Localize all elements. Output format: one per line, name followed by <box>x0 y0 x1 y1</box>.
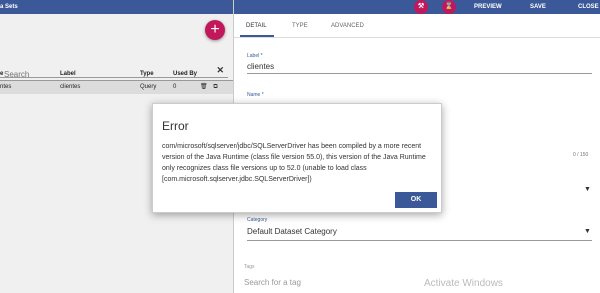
tool-icon[interactable]: ⚒ <box>414 0 428 14</box>
col-name-header[interactable]: e <box>0 68 60 80</box>
delete-icon[interactable]: 🗑 <box>200 84 208 90</box>
error-dialog: Error com/microsoft/sqlserver/jdbc/SQLSe… <box>152 103 442 213</box>
active-tab-indicator <box>240 35 274 37</box>
char-counter: 0 / 150 <box>573 152 589 158</box>
col-label-header[interactable]: Label <box>60 68 140 80</box>
tab-detail[interactable]: DETAIL <box>246 23 267 29</box>
add-dataset-button[interactable]: + <box>205 20 225 40</box>
row-label: clientes <box>60 80 140 94</box>
header-divider <box>0 80 233 81</box>
table-header-row: e Label Type Used By <box>0 68 233 80</box>
detail-tabs: DETAIL TYPE ADVANCED <box>234 14 600 38</box>
row-usedby: 0 <box>173 84 177 90</box>
col-usedby-header[interactable]: Used By <box>173 68 233 80</box>
label-field-input[interactable]: clientes <box>247 62 274 71</box>
category-field-label: Category <box>247 217 268 223</box>
category-underline <box>247 240 592 241</box>
datasets-title: a Sets <box>0 4 18 10</box>
tags-field-label: Tags <box>244 264 255 270</box>
table-row[interactable]: ntes clientes Query 0 🗑 ⧉ <box>0 80 233 94</box>
datasets-table: e Label Type Used By ntes clientes Query… <box>0 68 233 94</box>
tab-type[interactable]: TYPE <box>292 23 308 29</box>
detail-toolbar: ⚒ ⌛ PREVIEW SAVE CLOSE <box>234 0 600 14</box>
row-usedby-cell: 0 🗑 ⧉ <box>173 80 233 94</box>
close-button[interactable]: CLOSE <box>578 4 599 10</box>
row-type: Query <box>140 80 173 94</box>
tag-search-input[interactable]: Search for a tag <box>244 278 301 287</box>
datasets-toolbar: a Sets <box>0 0 233 14</box>
category-select[interactable]: Default Dataset Category <box>247 227 337 236</box>
preview-button[interactable]: PREVIEW <box>474 4 502 10</box>
row-name: ntes <box>0 80 60 94</box>
label-field-label: Label * <box>247 53 263 59</box>
col-type-header[interactable]: Type <box>140 68 173 80</box>
chevron-down-icon[interactable]: ▼ <box>584 186 591 193</box>
category-chevron-down-icon[interactable]: ▼ <box>584 228 591 235</box>
copy-icon[interactable]: ⧉ <box>213 84 217 90</box>
dialog-message: com/microsoft/sqlserver/jdbc/SQLServerDr… <box>162 143 426 183</box>
label-field-underline <box>247 73 592 74</box>
hourglass-icon[interactable]: ⌛ <box>442 0 456 14</box>
dialog-title: Error <box>162 119 189 133</box>
ok-button[interactable]: OK <box>395 192 437 208</box>
name-field-label: Name * <box>247 92 264 98</box>
save-button[interactable]: SAVE <box>530 4 546 10</box>
tab-advanced[interactable]: ADVANCED <box>331 23 364 29</box>
activate-windows-watermark: Activate Windows <box>424 278 503 289</box>
